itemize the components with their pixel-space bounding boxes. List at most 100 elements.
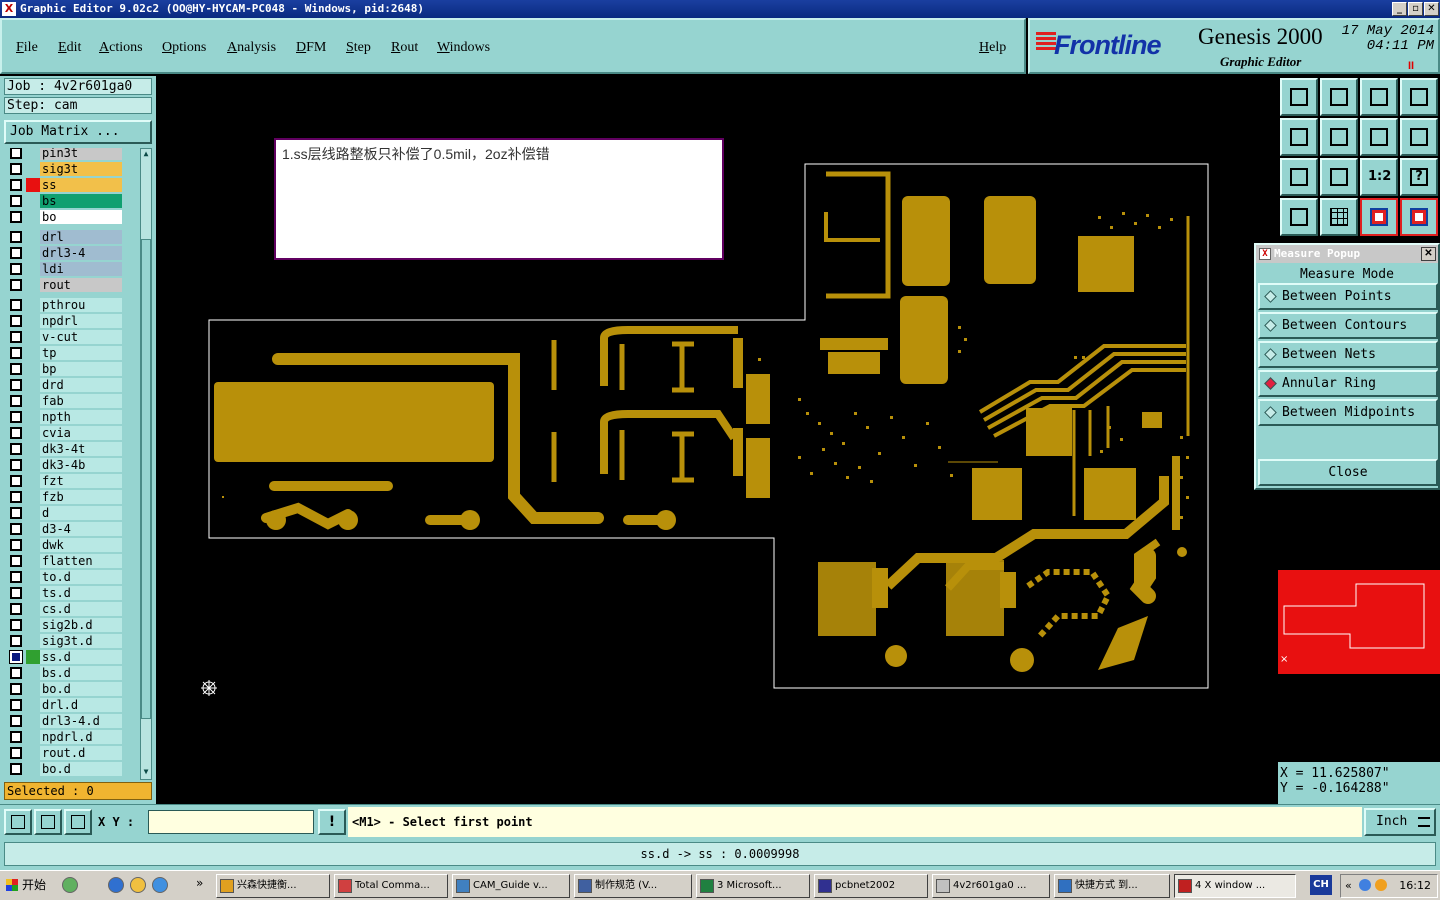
layer-row[interactable]: bp [4,362,138,376]
layer-name[interactable]: cvia [40,426,122,440]
layer-name[interactable]: ldi [40,262,122,276]
layer-color-swatch[interactable] [26,346,40,360]
layer-color-swatch[interactable] [26,230,40,244]
layer-checkbox[interactable] [10,475,22,487]
layer-color-swatch[interactable] [26,618,40,632]
zoom-home-button[interactable] [1280,78,1318,116]
layer-checkbox[interactable] [10,715,22,727]
layer-checkbox[interactable] [10,619,22,631]
layer-row[interactable]: tp [4,346,138,360]
layer-checkbox[interactable] [10,491,22,503]
layer-row[interactable]: bs.d [4,666,138,680]
layer-checkbox[interactable] [10,411,22,423]
layer-row[interactable]: pthrou [4,298,138,312]
zoom-in-button[interactable] [1280,158,1318,196]
layer-row[interactable]: drl3-4.d [4,714,138,728]
net-red2-button[interactable] [1400,198,1438,236]
tray-network-icon[interactable] [1359,879,1371,891]
layer-name[interactable]: bo.d [40,682,122,696]
quicklaunch-icon[interactable] [130,877,146,893]
layer-checkbox[interactable] [10,263,22,275]
taskbar-item[interactable]: 4v2r601ga0 ... [932,874,1050,898]
layer-row[interactable]: npdrl.d [4,730,138,744]
layer-color-swatch[interactable] [26,262,40,276]
layer-checkbox[interactable] [10,427,22,439]
menu-help[interactable]: Help [979,40,1006,56]
taskbar-item[interactable]: Total Comma... [334,874,448,898]
radio-diamond-icon[interactable] [1264,406,1277,419]
layer-name[interactable]: cs.d [40,602,122,616]
layer-row[interactable]: npdrl [4,314,138,328]
layer-color-swatch[interactable] [26,602,40,616]
taskbar-item[interactable]: 制作规范 (V... [574,874,692,898]
unit-selector[interactable]: Inch [1364,808,1436,836]
layer-color-swatch[interactable] [26,634,40,648]
layer-color-swatch[interactable] [26,426,40,440]
layer-checkbox[interactable] [10,363,22,375]
layer-color-swatch[interactable] [26,162,40,176]
layer-row[interactable]: npth [4,410,138,424]
layer-name[interactable]: tp [40,346,122,360]
layer-checkbox[interactable] [10,571,22,583]
xy-input[interactable] [148,810,314,834]
tray-app-icon[interactable] [1375,879,1387,891]
layer-checkbox[interactable] [10,459,22,471]
option-between-midpoints[interactable]: Between Midpoints [1258,399,1438,426]
layer-name[interactable]: to.d [40,570,122,584]
layer-name[interactable]: ss.d [40,650,122,664]
scale-1-2-button[interactable]: 1:2 [1360,158,1398,196]
layer-checkbox[interactable] [10,507,22,519]
layer-row[interactable]: bo [4,210,138,224]
layer-name[interactable]: sig2b.d [40,618,122,632]
house-button[interactable] [1360,78,1398,116]
layer-row[interactable]: sig2b.d [4,618,138,632]
menu-dfm[interactable]: DFM [296,40,326,56]
layer-name[interactable]: v-cut [40,330,122,344]
layer-color-swatch[interactable] [26,506,40,520]
layer-checkbox[interactable] [9,650,23,664]
layer-name[interactable]: drl.d [40,698,122,712]
minimize-button[interactable]: _ [1392,2,1407,16]
measure-mode-icon[interactable] [34,809,62,835]
layer-checkbox[interactable] [10,148,22,159]
radio-diamond-icon[interactable] [1264,377,1277,390]
grid-button[interactable] [1320,198,1358,236]
layer-checkbox[interactable] [10,523,22,535]
zoom-out-button[interactable] [1320,158,1358,196]
scroll-down-icon[interactable]: ▼ [141,767,151,779]
layer-color-swatch[interactable] [26,458,40,472]
start-button[interactable]: 开始 [2,874,52,898]
layer-row[interactable]: ts.d [4,586,138,600]
menu-options[interactable]: Options [162,40,206,56]
menu-file[interactable]: File [16,40,38,56]
layer-name[interactable]: ts.d [40,586,122,600]
taskbar-item[interactable]: CAM_Guide v... [452,874,570,898]
layer-checkbox[interactable] [10,747,22,759]
layer-color-swatch[interactable] [26,714,40,728]
layer-name[interactable]: dk3-4b [40,458,122,472]
maximize-button[interactable]: ▫ [1408,2,1423,16]
layer-name[interactable]: pin3t [40,148,122,160]
layer-color-swatch[interactable] [26,698,40,712]
layer-checkbox[interactable] [10,587,22,599]
taskbar-item[interactable]: 3 Microsoft... [696,874,810,898]
layer-checkbox[interactable] [10,731,22,743]
layer-color-swatch[interactable] [26,666,40,680]
layer-name[interactable]: rout.d [40,746,122,760]
layer-checkbox[interactable] [10,195,22,207]
menu-analysis[interactable]: Analysis [227,40,276,56]
layer-color-swatch[interactable] [26,442,40,456]
layer-color-swatch[interactable] [26,410,40,424]
layer-name[interactable]: fzb [40,490,122,504]
menu-rout[interactable]: Rout [391,40,418,56]
layer-color-swatch[interactable] [26,278,40,292]
warning-button[interactable]: ! [318,809,346,835]
layer-name[interactable]: d3-4 [40,522,122,536]
layer-checkbox[interactable] [10,539,22,551]
layer-name[interactable]: sig3t.d [40,634,122,648]
layer-checkbox[interactable] [10,211,22,223]
layer-row[interactable]: dk3-4b [4,458,138,472]
layer-color-swatch[interactable] [26,178,40,192]
layer-checkbox[interactable] [10,443,22,455]
layer-color-swatch[interactable] [26,586,40,600]
